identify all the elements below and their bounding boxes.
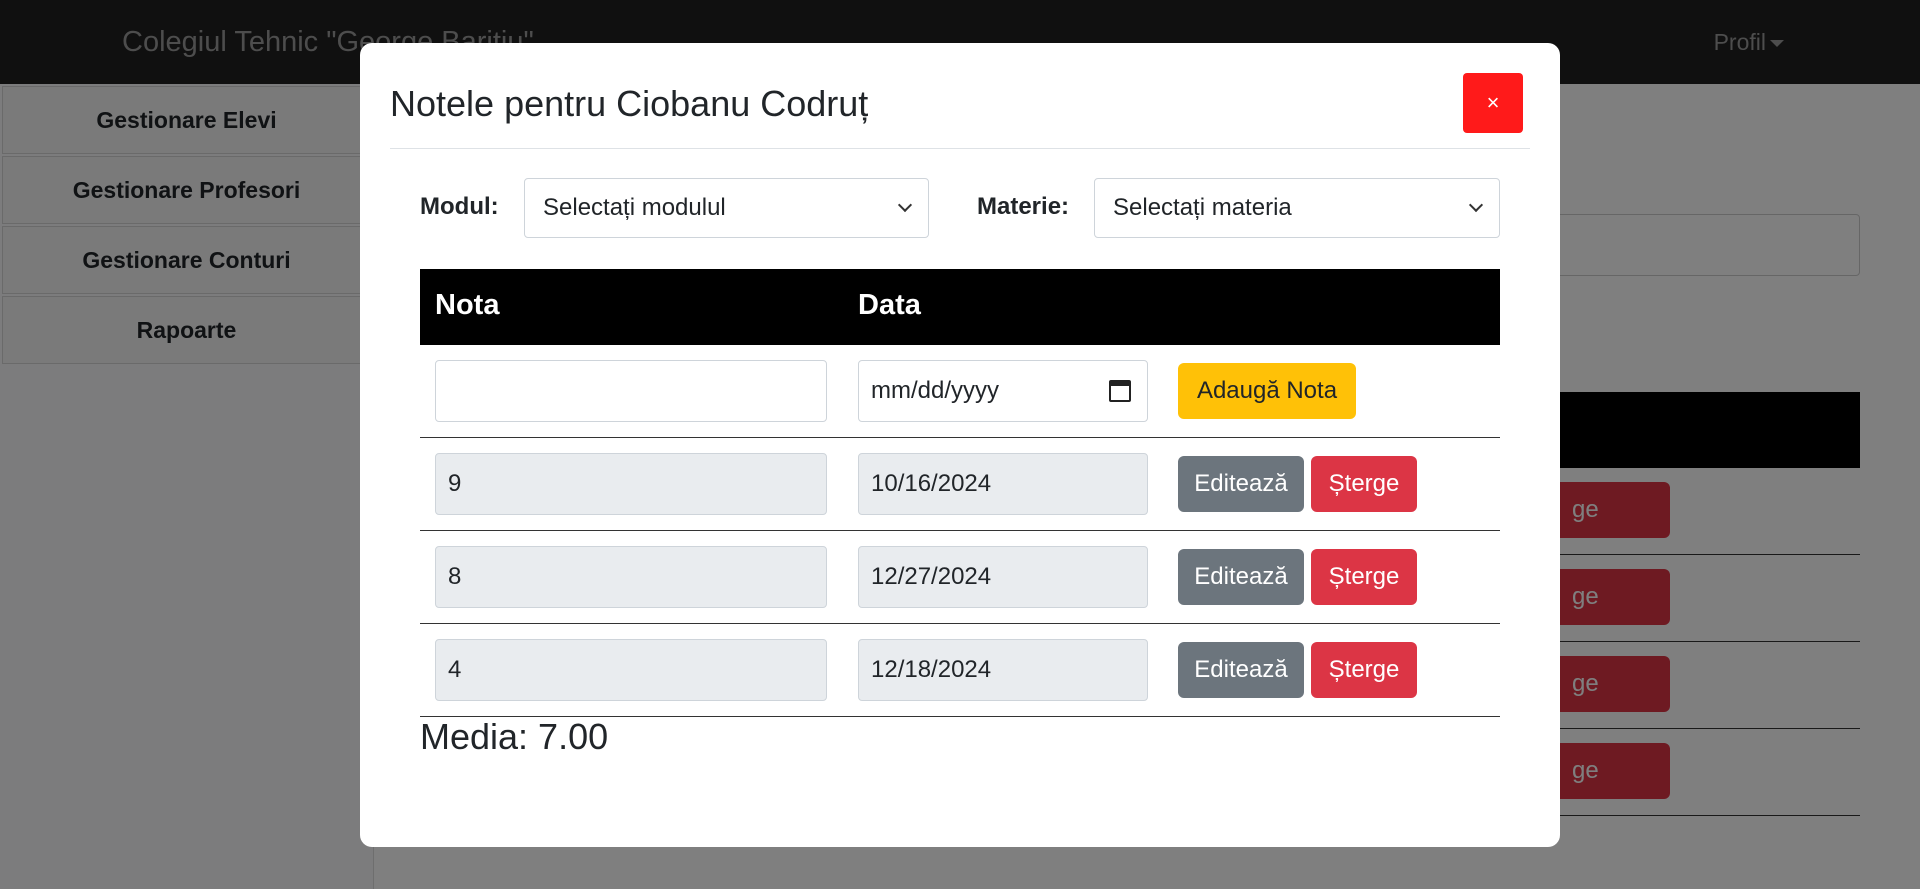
edit-button[interactable]: Editează: [1178, 456, 1304, 512]
grade-field[interactable]: 4: [435, 639, 827, 701]
grades-table: Nota Data mm/dd/yyyy Adaugă Nota 9 10/16…: [420, 269, 1500, 717]
delete-button[interactable]: Șterge: [1311, 549, 1417, 605]
add-grade-button[interactable]: Adaugă Nota: [1178, 363, 1356, 419]
subject-select-value: Selectați materia: [1113, 194, 1292, 221]
table-row: 9 10/16/2024 Editează Șterge: [420, 438, 1500, 531]
new-grade-input[interactable]: [435, 360, 827, 422]
table-row: 8 12/27/2024 Editează Șterge: [420, 531, 1500, 624]
modal-divider: [390, 148, 1530, 149]
grades-modal: Notele pentru Ciobanu Codruț × Modul: Se…: [360, 43, 1560, 847]
grade-field[interactable]: 9: [435, 453, 827, 515]
date-field[interactable]: 10/16/2024: [858, 453, 1148, 515]
date-field[interactable]: 12/27/2024: [858, 546, 1148, 608]
column-header-nota: Nota: [435, 289, 500, 321]
calendar-icon[interactable]: [1109, 380, 1131, 402]
close-button[interactable]: ×: [1463, 73, 1523, 133]
table-row: 4 12/18/2024 Editează Șterge: [420, 624, 1500, 717]
average-grade: Media: 7.00: [420, 716, 609, 757]
grade-field[interactable]: 8: [435, 546, 827, 608]
date-field[interactable]: 12/18/2024: [858, 639, 1148, 701]
table-header: Nota Data: [420, 269, 1500, 345]
date-placeholder: mm/dd/yyyy: [871, 377, 1000, 404]
delete-button[interactable]: Șterge: [1311, 642, 1417, 698]
subject-label: Materie:: [977, 193, 1070, 220]
module-select-value: Selectați modulul: [543, 194, 726, 221]
column-header-data: Data: [858, 289, 921, 321]
modal-title: Notele pentru Ciobanu Codruț: [390, 83, 869, 124]
delete-button[interactable]: Șterge: [1311, 456, 1417, 512]
module-select[interactable]: Selectați modulul: [524, 178, 929, 238]
edit-button[interactable]: Editează: [1178, 549, 1304, 605]
chevron-down-icon: [1468, 197, 1484, 213]
subject-select[interactable]: Selectați materia: [1094, 178, 1500, 238]
chevron-down-icon: [897, 197, 913, 213]
module-label: Modul:: [420, 193, 499, 220]
edit-button[interactable]: Editează: [1178, 642, 1304, 698]
new-date-input[interactable]: mm/dd/yyyy: [858, 360, 1148, 422]
new-grade-row: mm/dd/yyyy Adaugă Nota: [420, 345, 1500, 438]
